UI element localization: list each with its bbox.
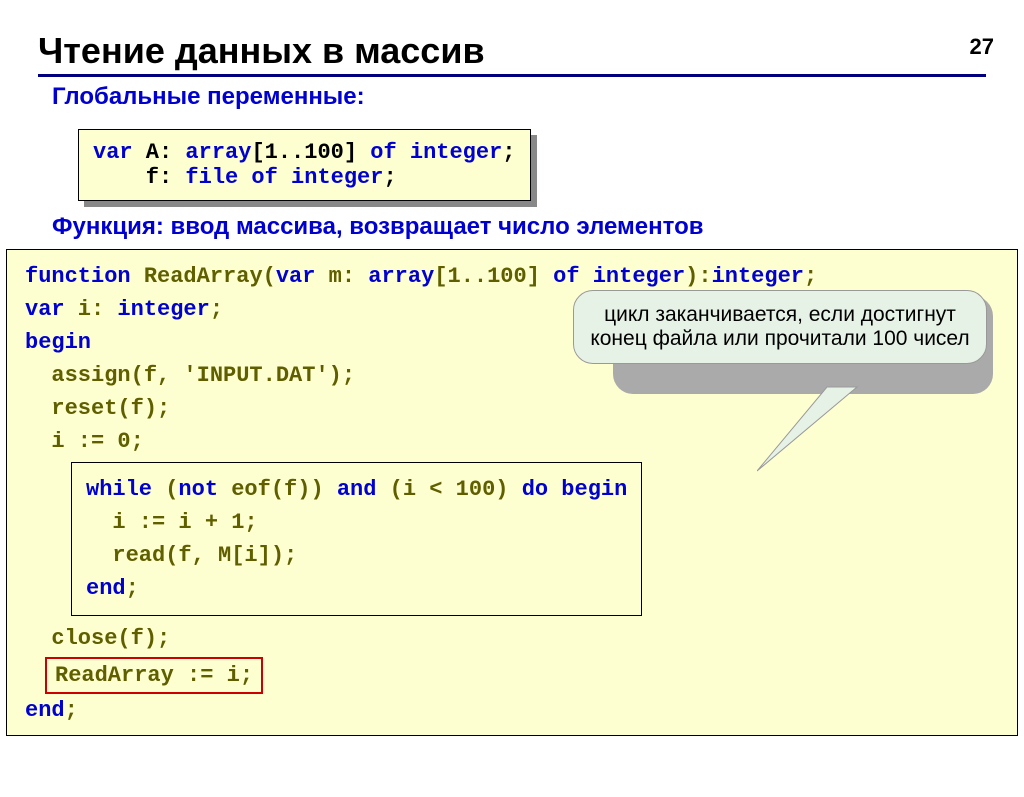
code-box-global-vars: var A: array[1..100] of integer; f: file…: [78, 129, 531, 201]
code-text: ):: [685, 264, 711, 289]
code-box-function: цикл заканчивается, если достигнут конец…: [6, 249, 1018, 736]
keyword-var: var: [93, 140, 133, 165]
keyword-while: while: [86, 477, 152, 502]
code-text: ;: [210, 297, 223, 322]
keyword-end: end: [25, 698, 65, 723]
code-text: ;: [804, 264, 817, 289]
subtitle-global-vars: Глобальные переменные:: [52, 83, 1024, 111]
code-text: i := i + 1;: [86, 510, 258, 535]
code-text: ReadArray(: [131, 264, 276, 289]
keyword-of-integer: of integer: [553, 264, 685, 289]
code-text: (: [152, 477, 178, 502]
code-text: A:: [133, 140, 186, 165]
title-underline: [38, 74, 986, 77]
code-text: ReadArray := i;: [55, 663, 253, 688]
keyword-var: var: [25, 297, 65, 322]
code-text: ;: [126, 576, 139, 601]
keyword-not: not: [178, 477, 218, 502]
code-text: ;: [383, 165, 396, 190]
keyword-do-begin: do begin: [522, 477, 628, 502]
code-text: [1..100]: [251, 140, 370, 165]
keyword-of-integer: of integer: [370, 140, 502, 165]
code-text: eof(f)): [218, 477, 337, 502]
keyword-integer: integer: [712, 264, 804, 289]
keyword-array: array: [185, 140, 251, 165]
keyword-var: var: [276, 264, 316, 289]
page-number: 27: [970, 34, 994, 60]
keyword-integer: integer: [117, 297, 209, 322]
keyword-end: end: [86, 576, 126, 601]
code-text: f:: [93, 165, 185, 190]
code-text: (i < 100): [376, 477, 521, 502]
keyword-file-of-integer: file of integer: [185, 165, 383, 190]
keyword-and: and: [337, 477, 377, 502]
code-box-while-loop: while (not eof(f)) and (i < 100) do begi…: [71, 462, 642, 616]
keyword-function: function: [25, 264, 131, 289]
keyword-begin: begin: [25, 330, 91, 355]
code-text: [1..100]: [434, 264, 553, 289]
code-text: i:: [65, 297, 118, 322]
slide-title: Чтение данных в массив: [38, 30, 1024, 72]
callout: цикл заканчивается, если достигнут конец…: [573, 290, 987, 364]
code-text: close(f);: [25, 622, 999, 655]
keyword-array: array: [368, 264, 434, 289]
highlighted-return-box: ReadArray := i;: [45, 657, 263, 694]
code-text: m:: [315, 264, 368, 289]
code-text: read(f, M[i]);: [86, 543, 297, 568]
code-text: ;: [65, 698, 78, 723]
subtitle-function: Функция: ввод массива, возвращает число …: [52, 213, 1024, 241]
code-text: ;: [502, 140, 515, 165]
